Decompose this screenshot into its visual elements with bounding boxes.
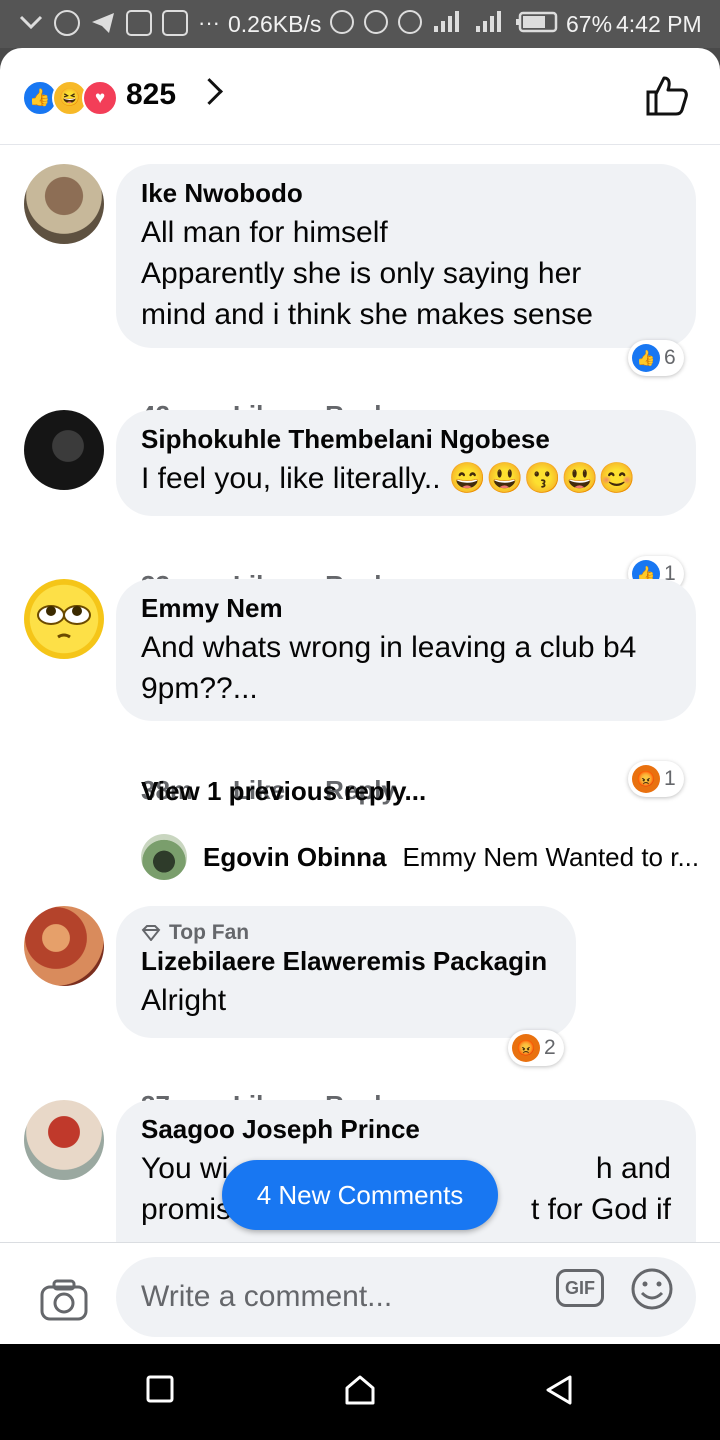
top-fan-badge: Top Fan [141, 920, 551, 946]
reaction-icons: 👍 😆 ♥ [22, 80, 118, 116]
gif-button[interactable]: GIF [556, 1269, 604, 1307]
data-saver-icon [330, 10, 354, 34]
more-notifications-icon: ··· [198, 10, 220, 35]
love-icon: ♥ [82, 80, 118, 116]
status-icons-right [330, 10, 560, 34]
avatar[interactable] [24, 906, 104, 986]
comment-line: 9pm??... [141, 672, 258, 705]
commenter-name[interactable]: Emmy Nem [141, 593, 671, 623]
like-icon: 👍 [632, 344, 660, 372]
battery-percent: 67% [566, 11, 613, 37]
rolling-eyes-emoji-icon [37, 605, 91, 639]
angry-icon: 😡 [512, 1034, 540, 1062]
reaction-number: 1 [664, 767, 676, 790]
comment-composer: Write a comment... GIF [0, 1242, 720, 1344]
do-not-disturb-icon [364, 10, 388, 34]
commenter-name[interactable]: Ike Nwobodo [141, 178, 671, 208]
comment-line-right: h and [595, 1152, 671, 1185]
commenter-name[interactable]: Siphokuhle Thembelani Ngobese [141, 424, 671, 454]
battery-icon [516, 11, 558, 33]
comment-bubble[interactable]: Siphokuhle Thembelani Ngobese I feel you… [116, 410, 696, 516]
reaction-count: 825 [126, 78, 177, 111]
comment-input[interactable]: Write a comment... [116, 1257, 696, 1337]
signal-icon-2 [476, 11, 501, 32]
recents-icon[interactable] [146, 1374, 174, 1404]
signal-icon [434, 11, 459, 32]
system-nav-bar [0, 1344, 720, 1440]
alarm-icon [398, 10, 422, 34]
reaction-count-badge[interactable]: 👍 6 [628, 340, 684, 376]
reply-author-name[interactable]: Egovin Obinna [203, 842, 386, 873]
new-comments-button[interactable]: 4 New Comments [222, 1160, 498, 1230]
comment-line: I feel you, like literally.. 😄😃😗😃😊 [141, 462, 636, 495]
comment-line: All man for himself [141, 216, 388, 249]
comment-line: You wi [141, 1152, 229, 1185]
comment-line: Apparently she is only saying her [141, 257, 582, 290]
avatar[interactable] [24, 410, 104, 490]
camera-icon[interactable] [40, 1279, 88, 1321]
comments-sheet: 👍 😆 ♥ 825 Ike Nwobodo All man for himsel… [0, 48, 720, 1344]
comment-line: Alright [141, 984, 227, 1017]
back-icon[interactable] [544, 1374, 574, 1406]
instagram-icon [126, 10, 152, 36]
top-fan-label: Top Fan [169, 921, 250, 944]
commenter-name[interactable]: Saagoo Joseph Prince [141, 1114, 671, 1144]
reply-preview[interactable]: Egovin Obinna Emmy Nem Wanted to r... [141, 834, 699, 880]
clock: 4:42 PM [616, 11, 702, 37]
diamond-icon [141, 925, 161, 941]
reaction-number: 6 [664, 346, 676, 369]
status-bar: ··· 0.26KB/s 67% 4:42 PM [0, 0, 720, 48]
gallery-icon [162, 10, 188, 36]
comment-bubble[interactable]: Emmy Nem And whats wrong in leaving a cl… [116, 579, 696, 721]
reactions-header[interactable]: 👍 😆 ♥ 825 [0, 48, 720, 145]
emoji-icon[interactable] [630, 1267, 674, 1311]
avatar[interactable] [24, 164, 104, 244]
home-icon[interactable] [344, 1374, 376, 1406]
reply-preview-text: Emmy Nem Wanted to r... [402, 841, 700, 872]
comment-line-right: t for God if [530, 1193, 671, 1226]
like-post-icon[interactable] [644, 74, 690, 118]
reaction-number: 2 [544, 1036, 556, 1059]
reaction-count-badge[interactable]: 😡 2 [508, 1030, 564, 1066]
avatar[interactable] [24, 579, 104, 659]
comment-line: And whats wrong in leaving a club b4 [141, 631, 637, 664]
comment-bubble[interactable]: Top Fan Lizebilaere Elaweremis Packagin … [116, 906, 576, 1038]
comment-bubble[interactable]: Ike Nwobodo All man for himself Apparent… [116, 164, 696, 348]
commenter-name[interactable]: Lizebilaere Elaweremis Packagin [141, 946, 551, 976]
status-icons-left: ··· [18, 10, 220, 36]
chevron-right-icon[interactable] [196, 78, 223, 105]
reaction-count-badge[interactable]: 😡 1 [628, 761, 684, 797]
avatar[interactable] [141, 834, 187, 880]
comment-input-placeholder: Write a comment... [141, 1280, 393, 1313]
telegram-icon [92, 13, 114, 33]
comment-line: mind and i think she makes sense [141, 298, 593, 331]
network-speed: 0.26KB/s [228, 11, 322, 37]
view-previous-replies-link[interactable]: View 1 previous reply... [141, 776, 426, 807]
avatar[interactable] [24, 1100, 104, 1180]
comment-line: promis [141, 1193, 232, 1226]
missed-call-icon [19, 15, 43, 30]
angry-icon: 😡 [632, 765, 660, 793]
whatsapp-icon [54, 10, 80, 36]
